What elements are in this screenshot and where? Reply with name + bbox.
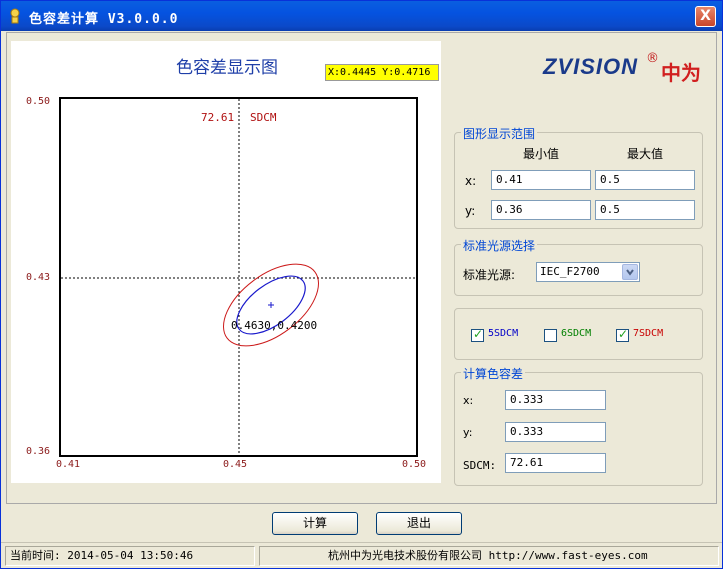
calc-y-field[interactable]: 0.333 xyxy=(505,422,606,442)
x-tick-right: 0.50 xyxy=(402,459,427,470)
calc-x-label: x: xyxy=(463,394,474,407)
calc-sdcm-field[interactable]: 72.61 xyxy=(505,453,606,473)
light-source-title: 标准光源选择 xyxy=(461,237,538,254)
app-window: 色容差计算 V3.0.0.0 X 色容差显示图 X:0.4445 Y:0.471… xyxy=(0,0,723,569)
exit-button[interactable]: 退出 xyxy=(376,512,462,535)
max-header: 最大值 xyxy=(627,147,664,161)
checkbox-6sdcm[interactable] xyxy=(544,329,557,342)
x-max-field[interactable]: 0.5 xyxy=(595,170,695,190)
checkbox-5sdcm-label: 5SDCM xyxy=(488,328,519,339)
y-tick-mid: 0.43 xyxy=(26,272,51,283)
title-bar[interactable]: 色容差计算 V3.0.0.0 X xyxy=(1,1,722,31)
checkbox-7sdcm-label: 7SDCM xyxy=(633,328,664,339)
sdcm-value-label: 72.61 xyxy=(201,111,235,124)
display-range-title: 图形显示范围 xyxy=(461,125,538,142)
center-coordinate-label: 0.4630,0.4200 xyxy=(231,319,318,332)
y-max-field[interactable]: 0.5 xyxy=(595,200,695,220)
x-tick-mid: 0.45 xyxy=(223,459,248,470)
sdcm-unit-label: SDCM xyxy=(250,111,277,124)
chevron-down-icon[interactable] xyxy=(622,264,638,280)
calc-x-field[interactable]: 0.333 xyxy=(505,390,606,410)
chromaticity-plot[interactable]: 72.61 SDCM 0.4630,0.4200 xyxy=(59,97,418,457)
app-icon xyxy=(10,8,20,24)
status-company: 杭州中为光电技术股份有限公司 http://www.fast-eyes.com xyxy=(259,546,719,566)
registered-mark: ® xyxy=(646,51,659,66)
range-x-label: x: xyxy=(465,174,477,188)
cursor-coordinate-readout: X:0.4445 Y:0.4716 xyxy=(325,64,439,81)
y-tick-top: 0.50 xyxy=(26,96,51,107)
x-min-field[interactable]: 0.41 xyxy=(491,170,591,190)
checkbox-7sdcm[interactable]: ✓ xyxy=(616,327,629,342)
close-button[interactable]: X xyxy=(695,6,716,27)
check-icon: ✓ xyxy=(473,327,484,341)
light-source-selected-value: IEC_F2700 xyxy=(540,265,600,278)
min-header: 最小值 xyxy=(523,147,560,161)
calc-sdcm-label: SDCM: xyxy=(463,459,497,472)
plot-canvas xyxy=(61,99,416,455)
logo-text: ZVISION xyxy=(543,54,639,79)
x-tick-left: 0.41 xyxy=(56,459,81,470)
graph-title: 色容差显示图 xyxy=(176,58,278,78)
checkbox-5sdcm[interactable]: ✓ xyxy=(471,327,484,342)
calc-sdcm-title: 计算色容差 xyxy=(461,365,526,382)
status-time: 当前时间: 2014-05-04 13:50:46 xyxy=(5,546,255,566)
status-bar: 当前时间: 2014-05-04 13:50:46 杭州中为光电技术股份有限公司… xyxy=(1,542,722,568)
check-icon: ✓ xyxy=(618,327,629,341)
light-source-select[interactable]: IEC_F2700 xyxy=(536,262,640,282)
y-min-field[interactable]: 0.36 xyxy=(491,200,591,220)
calculate-button[interactable]: 计算 xyxy=(272,512,358,535)
window-title: 色容差计算 V3.0.0.0 xyxy=(29,12,179,27)
range-y-label: y: xyxy=(465,204,476,218)
light-source-label: 标准光源: xyxy=(463,268,516,282)
logo-cn-text: 中为 xyxy=(661,61,701,85)
checkbox-6sdcm-label: 6SDCM xyxy=(561,328,592,339)
y-tick-bottom: 0.36 xyxy=(26,446,51,457)
calc-y-label: y: xyxy=(463,426,473,439)
